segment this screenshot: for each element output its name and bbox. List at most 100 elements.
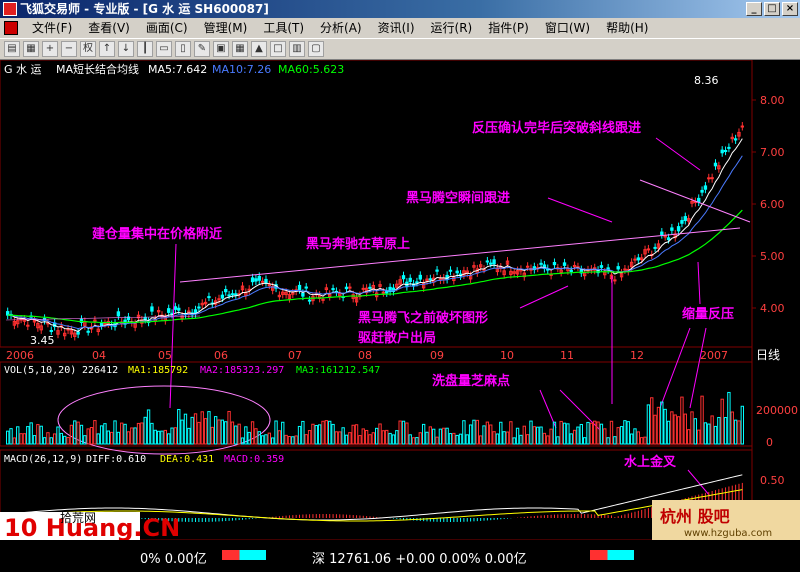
candle	[224, 289, 228, 293]
candle	[348, 286, 352, 289]
volume-bar	[656, 406, 661, 445]
arrow-up-icon[interactable]: ↑	[99, 41, 115, 57]
menu-help[interactable]: 帮助(H)	[598, 18, 656, 38]
volume-bar	[482, 425, 486, 445]
volume-bar	[636, 431, 641, 445]
candle	[150, 306, 154, 312]
xtick-07: 07	[288, 349, 302, 362]
volume-bar	[391, 434, 396, 445]
period-label[interactable]: 日线	[756, 348, 780, 362]
menu-info[interactable]: 资讯(I)	[370, 18, 423, 38]
menu-screen[interactable]: 画面(C)	[138, 18, 196, 38]
volume-bar	[99, 425, 104, 445]
volume-bar	[663, 408, 667, 445]
xtick-2007: 2007	[700, 349, 728, 362]
window-icon[interactable]: □	[270, 41, 286, 57]
annotation-6: 驱赶散户出局	[358, 330, 436, 346]
candle	[435, 269, 439, 272]
candle	[489, 262, 493, 265]
calc-icon[interactable]: ▣	[213, 41, 229, 57]
volume-bar	[19, 433, 23, 445]
indicator-name: MA短长结合均线	[56, 62, 139, 76]
xtick-05: 05	[158, 349, 172, 362]
volume-bar	[73, 420, 77, 445]
candle	[616, 266, 620, 270]
volume-bar	[519, 434, 523, 445]
volume-bar	[542, 432, 547, 445]
kline-icon[interactable]: ┃	[137, 41, 153, 57]
volume-bar	[680, 396, 684, 445]
volume-bar	[190, 416, 194, 445]
system-menu-icon[interactable]	[4, 21, 18, 35]
title-bar: 飞狐交易师 - 专业版 - [G 水 运 SH600087] _ □ ×	[0, 0, 800, 18]
time-axis: 2006 04 05 06 07 08 09 10 11 12 2007	[6, 349, 728, 362]
volume-bar	[341, 427, 345, 445]
candle	[250, 277, 255, 283]
candle	[267, 284, 272, 287]
close-button[interactable]: ×	[782, 2, 798, 16]
print-icon[interactable]: ▦	[23, 41, 39, 57]
volume-bar	[442, 427, 446, 445]
menu-view[interactable]: 查看(V)	[80, 18, 138, 38]
candle	[599, 265, 604, 268]
chart-icon[interactable]: ▲	[251, 41, 267, 57]
volume-bar	[284, 434, 288, 445]
pen-icon[interactable]: ✎	[194, 41, 210, 57]
macd-header: MACD(26,12,9)	[4, 454, 82, 465]
xtick-11: 11	[560, 349, 574, 362]
watermark-left-top: 拾荒网	[60, 510, 96, 525]
volume-bar	[328, 420, 332, 445]
volume-bar	[291, 436, 295, 445]
menu-manage[interactable]: 管理(M)	[196, 18, 256, 38]
volume-bar	[586, 421, 590, 445]
open-icon[interactable]: ▤	[4, 41, 20, 57]
menu-file[interactable]: 文件(F)	[24, 18, 80, 38]
menu-window[interactable]: 窗口(W)	[537, 18, 598, 38]
volume-bar	[676, 416, 681, 445]
menu-plugins[interactable]: 指件(P)	[480, 18, 537, 38]
volume-bar	[264, 434, 268, 445]
volume-bar	[297, 425, 302, 445]
volume-bar	[358, 435, 362, 445]
volume-bar	[26, 426, 30, 445]
menu-analysis[interactable]: 分析(A)	[312, 18, 370, 38]
candle	[260, 280, 265, 283]
stock-chart[interactable]: G 水 运 MA短长结合均线 MA5:7.642 MA10:7.26 MA60:…	[0, 60, 800, 540]
ytick-4: 4.00	[760, 302, 785, 315]
macd-value: MACD:0.359	[224, 454, 284, 465]
ytick-8: 8.00	[760, 94, 785, 107]
layout-icon[interactable]: ▥	[289, 41, 305, 57]
volume-bar	[103, 423, 107, 445]
candle	[676, 226, 681, 232]
grid-icon[interactable]: ▦	[232, 41, 248, 57]
volume-bar	[730, 411, 734, 445]
volume-bar	[348, 432, 352, 445]
candle	[646, 248, 651, 251]
stock-name: G 水 运	[4, 63, 42, 76]
volume-bar	[344, 434, 349, 445]
menu-tools[interactable]: 工具(T)	[255, 18, 312, 38]
volume-bar	[599, 423, 604, 445]
annotation-5: 黑马腾飞之前破坏图形	[358, 310, 488, 326]
minimize-button[interactable]: _	[746, 2, 762, 16]
menu-run[interactable]: 运行(R)	[423, 18, 481, 38]
book-icon[interactable]: ▭	[156, 41, 172, 57]
volume-bar	[220, 419, 225, 445]
volume-bar	[740, 405, 744, 445]
volume-bar	[606, 437, 610, 445]
zoom-out-icon[interactable]: −	[61, 41, 77, 57]
status-left: 0% 0.00亿	[140, 552, 207, 567]
monitor-icon[interactable]: ▢	[308, 41, 324, 57]
volume-bar	[294, 435, 298, 445]
volume-bar	[361, 428, 365, 445]
candle	[143, 316, 147, 320]
arrow-down-icon[interactable]: ↓	[118, 41, 134, 57]
rights-button[interactable]: 权	[80, 41, 96, 57]
toolbar: ▤ ▦ + − 权 ↑ ↓ ┃ ▭ ▯ ✎ ▣ ▦ ▲ □ ▥ ▢	[0, 38, 800, 60]
candle	[99, 323, 104, 327]
maximize-button[interactable]: □	[764, 2, 780, 16]
volume-bar	[234, 425, 238, 445]
zoom-in-icon[interactable]: +	[42, 41, 58, 57]
note-icon[interactable]: ▯	[175, 41, 191, 57]
candle	[103, 322, 107, 325]
